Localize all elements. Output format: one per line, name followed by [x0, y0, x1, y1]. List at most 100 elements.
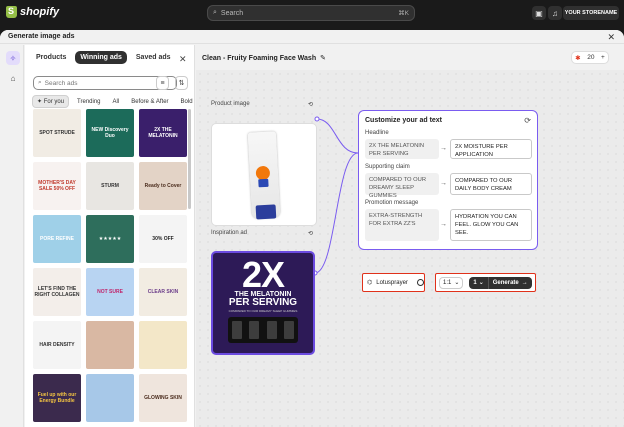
inspiration-big-text: 2X	[241, 254, 285, 295]
filter-button[interactable]: ≡	[156, 76, 169, 90]
notifications-button[interactable]: ♫	[548, 6, 562, 20]
winning-ad-thumbnail[interactable]: GLOWING SKIN	[139, 374, 187, 422]
filter-chips: ✦ For you Trending All Before & After Bo…	[32, 95, 197, 108]
panel-close-icon[interactable]: ✕	[179, 54, 187, 65]
swap-icon[interactable]: ⟲	[308, 101, 313, 108]
count-select[interactable]: 1 ⌄	[469, 276, 489, 289]
winning-ad-thumbnail[interactable]: MOTHER'S DAY SALE 50% OFF	[33, 162, 81, 210]
panel-scrollbar[interactable]	[188, 109, 191, 209]
regenerate-text-icon[interactable]: ⟳	[524, 116, 531, 125]
shopify-bag-icon	[6, 6, 17, 18]
ads-search-placeholder: Search ads	[44, 79, 78, 87]
tab-saved-ads[interactable]: Saved ads	[131, 51, 176, 64]
winning-ad-thumbnail[interactable]: CLEAR SKIN	[139, 268, 187, 316]
credits-count: 20	[587, 54, 595, 61]
brand-toggle-control: ⌬ Lotusprayer	[362, 273, 425, 292]
aspect-ratio-value: 1:1	[443, 279, 452, 286]
count-value: 1	[473, 279, 477, 286]
image-ads-rail-button[interactable]: ✧	[6, 51, 20, 65]
tab-products[interactable]: Products	[31, 51, 71, 64]
inspiration-line3: COMPARED TO OUR DREAMY SLEEP GUMMIES	[228, 309, 298, 313]
chip-before-after[interactable]: Before & After	[127, 97, 172, 107]
brand-name: shopify	[20, 6, 60, 18]
claim-original: COMPARED TO OUR DREAMY SLEEP GUMMIES	[365, 173, 439, 199]
left-rail: ✧ ⌂	[0, 45, 24, 427]
ads-tabs: Products Winning ads Saved ads	[31, 51, 176, 64]
winning-ad-thumbnail[interactable]: LET'S FIND THE RIGHT COLLAGEN	[33, 268, 81, 316]
chevron-down-icon: ⌄	[454, 280, 460, 286]
winning-ad-thumbnail[interactable]	[86, 321, 134, 369]
winning-ad-thumbnail[interactable]: HAIR DENSITY	[33, 321, 81, 369]
generate-controls: 1:1 ⌄ 1 ⌄ Generate →	[435, 273, 536, 292]
tab-winning-ads[interactable]: Winning ads	[75, 51, 127, 64]
inspiration-ad-label: Inspiration ad ⟲	[211, 230, 313, 237]
generate-label: Generate	[492, 279, 519, 286]
sort-button[interactable]: ⇅	[175, 76, 188, 90]
bell-icon: ♫	[552, 8, 558, 18]
product-title-text: Clean - Fruity Foaming Face Wash	[202, 54, 317, 62]
generate-button-group: 1 ⌄ Generate →	[469, 276, 532, 289]
product-image-label: Product image ⟲	[211, 101, 313, 108]
inspiration-ad-card[interactable]: 2X THE MELATONIN PER SERVING COMPARED TO…	[211, 251, 315, 355]
brand-icon: ⌬	[367, 280, 373, 286]
winning-ad-thumbnail[interactable]: NEW Discovery Duo	[86, 109, 134, 157]
headline-new-input[interactable]: 2X MOISTURE PER APPLICATION	[450, 139, 532, 159]
brand-toggle-label: Lotusprayer	[376, 279, 408, 286]
product-image-card[interactable]	[211, 123, 317, 226]
global-search-input[interactable]: ⌕ Search ⌘K	[207, 5, 415, 21]
credits-icon: ✱	[575, 54, 581, 62]
product-image-label-text: Product image	[211, 101, 250, 107]
winning-ad-thumbnail[interactable]	[86, 374, 134, 422]
winning-ad-thumbnail[interactable]: Fuel up with our Energy Bundle	[33, 374, 81, 422]
sparkle-image-icon: ✧	[9, 53, 17, 63]
chip-for-you[interactable]: ✦ For you	[32, 95, 70, 108]
modal-close-icon[interactable]: ✕	[607, 32, 615, 43]
winning-ad-thumbnail[interactable]: PORE REFINE	[33, 215, 81, 263]
winning-ad-thumbnail[interactable]	[139, 321, 187, 369]
arrow-icon: →	[440, 145, 447, 152]
chip-all[interactable]: All	[109, 97, 124, 107]
winning-ad-thumbnail[interactable]: Ready to Cover	[139, 162, 187, 210]
add-credits-icon[interactable]: +	[601, 54, 605, 61]
winning-ad-thumbnail[interactable]: ★★★★★	[86, 215, 134, 263]
search-placeholder: Search	[220, 9, 244, 17]
brand-rail-button[interactable]: ⌂	[6, 71, 20, 85]
winning-ad-thumbnail[interactable]: SPOT STRUDE	[33, 109, 81, 157]
search-shortcut: ⌘K	[398, 10, 409, 17]
workflow-canvas: Product image ⟲ Inspiration ad ⟲ 2X THE …	[196, 70, 624, 427]
customize-ad-text-card: Customize your ad text ⟳ Headline 2X THE…	[358, 110, 538, 250]
promo-new-input[interactable]: HYDRATION YOU CAN FEEL. GLOW YOU CAN SEE…	[450, 209, 532, 241]
winning-ad-thumbnail[interactable]: 30% OFF	[139, 215, 187, 263]
shopify-logo[interactable]: shopify	[6, 6, 59, 18]
arrow-icon: →	[440, 221, 447, 228]
arrow-right-icon: →	[521, 279, 528, 286]
arrow-icon: →	[440, 180, 447, 187]
credits-badge[interactable]: ✱ 20 +	[571, 51, 609, 64]
store-icon-button[interactable]: ▣	[532, 6, 546, 20]
winning-ad-thumbnail[interactable]: 2X THE MELATONIN	[139, 109, 187, 157]
main-workspace: Clean - Fruity Foaming Face Wash ✎ ✱ 20 …	[196, 45, 624, 427]
headline-original: 2X THE MELATONIN PER SERVING	[365, 139, 439, 159]
product-title: Clean - Fruity Foaming Face Wash ✎	[202, 54, 326, 63]
inspiration-product-image	[228, 317, 298, 343]
brand-icon: ⌂	[10, 73, 16, 83]
top-bar: shopify ⌕ Search ⌘K ▣ ♫ YOUR STORENAME	[0, 0, 624, 26]
claim-new-input[interactable]: COMPARED TO OUR DAILY BODY CREAM	[450, 173, 532, 195]
brand-toggle-switch[interactable]	[416, 279, 424, 286]
sort-icon: ⇅	[178, 80, 185, 87]
generate-button[interactable]: Generate →	[489, 280, 532, 286]
edit-pencil-icon[interactable]: ✎	[320, 54, 326, 62]
chip-bold[interactable]: Bold	[177, 97, 197, 107]
chip-trending[interactable]: Trending	[73, 97, 104, 107]
swap-icon[interactable]: ⟲	[308, 230, 313, 237]
chevron-down-icon: ⌄	[478, 280, 484, 286]
headline-label: Headline	[365, 130, 389, 136]
generate-ads-modal: Generate image ads ✕ ✧ ⌂ Products Winnin…	[0, 30, 624, 427]
promo-original: EXTRA-STRENGTH FOR EXTRA ZZ'S	[365, 209, 439, 241]
filter-icon: ≡	[160, 79, 165, 87]
aspect-ratio-select[interactable]: 1:1 ⌄	[439, 276, 464, 289]
store-menu-button[interactable]: YOUR STORENAME	[563, 6, 619, 20]
winning-ad-thumbnail[interactable]: STURM	[86, 162, 134, 210]
winning-ad-thumbnail[interactable]: NOT SURE	[86, 268, 134, 316]
store-icon: ▣	[535, 8, 543, 18]
